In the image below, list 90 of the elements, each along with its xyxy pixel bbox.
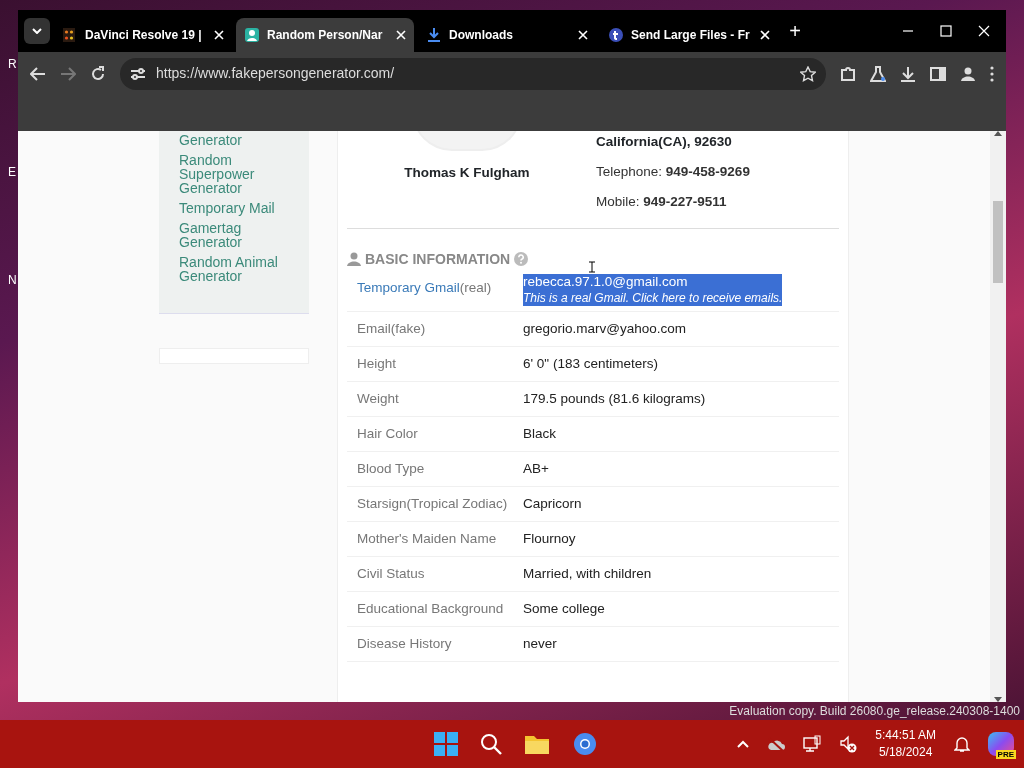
start-icon[interactable] (434, 732, 458, 756)
clock[interactable]: 5:44:51 AM 5/18/2024 (875, 727, 936, 761)
address-bar[interactable]: https://www.fakepersongenerator.com/ (120, 57, 826, 90)
browser-tab[interactable]: Downloads (418, 18, 596, 52)
forward-arrow-icon[interactable] (60, 66, 76, 81)
clock-time: 5:44:51 AM (875, 727, 936, 744)
field-value: Some college (523, 601, 605, 617)
contact-line: Mobile: 949-227-9511 (596, 194, 727, 209)
sidebar-link[interactable]: Random Animal Generator (179, 255, 291, 283)
field-label: Hair Color (357, 426, 418, 441)
field-value: never (523, 636, 557, 652)
network-icon[interactable] (803, 735, 822, 753)
tab-title: Send Large Files - Fr (631, 27, 750, 44)
field-label: Email(fake) (357, 321, 426, 336)
profile-icon[interactable] (960, 65, 976, 82)
browser-icon[interactable] (572, 731, 598, 757)
field-value: Black (523, 426, 556, 442)
copilot-button[interactable]: PRE (988, 732, 1014, 756)
bell-icon[interactable] (954, 735, 970, 753)
field-label: Starsign(Tropical Zodiac) (357, 496, 508, 511)
address-text: California(CA), 92630 (596, 134, 732, 150)
close-icon[interactable] (578, 30, 588, 40)
speaker-muted-icon[interactable] (839, 735, 858, 753)
chevron-up-icon[interactable] (737, 740, 750, 748)
watermark-text: Evaluation copy. Build 26080.ge_release.240308-1400 (729, 703, 1020, 720)
desktop-icon-label[interactable]: E (8, 163, 18, 181)
url-text: https://www.fakepersongenerator.com/ (156, 64, 396, 83)
gmail-note[interactable]: This is a real Gmail. Click here to receive emails. (523, 290, 783, 306)
text-cursor-icon (589, 261, 595, 273)
section-heading: BASIC INFORMATION (365, 251, 511, 267)
clock-date: 5/18/2024 (877, 744, 934, 761)
star-icon[interactable] (800, 65, 816, 82)
field-label: Civil Status (357, 566, 425, 581)
person-name: Thomas K Fulgham (404, 165, 530, 181)
tab-search-button[interactable] (24, 18, 50, 44)
new-tab-button[interactable]: + (782, 18, 808, 44)
field-label: Weight (357, 391, 399, 406)
field-label: Blood Type (357, 461, 425, 476)
reload-icon[interactable] (90, 65, 106, 82)
field-value: 179.5 pounds (81.6 kilograms) (523, 391, 706, 407)
download-icon[interactable] (900, 65, 916, 82)
scroll-down-icon[interactable] (994, 697, 1002, 702)
flask-icon[interactable] (870, 65, 886, 82)
browser-tab[interactable]: Send Large Files - Fr (600, 18, 778, 52)
close-icon[interactable] (214, 30, 224, 40)
desktop-icon-label[interactable]: N (8, 271, 18, 289)
pre-badge: PRE (995, 750, 1016, 759)
sidebar-link[interactable]: Random Superpower Generator (179, 153, 291, 195)
close-icon[interactable] (760, 30, 770, 40)
search-icon[interactable] (480, 733, 502, 755)
label-link[interactable]: Temporary Gmail (357, 280, 460, 295)
side-panel-icon[interactable] (930, 65, 946, 82)
sidebar-link[interactable]: Gamertag Generator (179, 221, 291, 249)
desktop-icon-label[interactable]: R (8, 55, 18, 73)
person-icon (347, 252, 361, 266)
close-icon[interactable] (978, 25, 990, 37)
menu-icon[interactable] (990, 65, 994, 82)
cloud-off-icon[interactable] (767, 737, 786, 751)
film-app-icon (62, 27, 78, 43)
site-settings-icon[interactable] (130, 66, 146, 81)
contact-line: Telephone: 949-458-9269 (596, 164, 750, 179)
sidebar-link[interactable]: Temporary Mail (179, 201, 291, 215)
field-label: Height (357, 356, 397, 371)
folder-icon[interactable] (524, 733, 550, 755)
field-value: AB+ (523, 461, 549, 477)
scrollbar-thumb[interactable] (993, 201, 1003, 283)
download-icon (426, 27, 442, 43)
browser-tab[interactable]: Random Person/Nar (236, 18, 414, 52)
field-value: Flournoy (523, 531, 576, 547)
field-label: Mother's Maiden Name (357, 531, 497, 546)
tab-title: Random Person/Nar (267, 27, 383, 44)
person-icon (244, 27, 260, 43)
chevron-down-icon (32, 28, 42, 34)
letter-t-icon (608, 27, 624, 43)
label-suffix: (real) (459, 280, 492, 295)
field-label: Educational Background (357, 601, 504, 616)
tab-title: Downloads (449, 27, 513, 44)
browser-tab[interactable]: DaVinci Resolve 19 | (54, 18, 232, 52)
help-icon (514, 252, 529, 266)
close-icon[interactable] (396, 30, 406, 40)
tab-title: DaVinci Resolve 19 | (85, 27, 202, 44)
field-value: Capricorn (523, 496, 582, 512)
sidebar-link[interactable]: Generator (179, 133, 291, 147)
field-value: gregorio.marv@yahoo.com (523, 321, 687, 337)
field-label: Disease History (357, 636, 452, 651)
field-value: rebecca.97.1.0@gmail.com (523, 274, 688, 290)
back-arrow-icon[interactable] (30, 66, 46, 81)
field-value: 6' 0" (183 centimeters) (523, 356, 658, 372)
maximize-icon[interactable] (940, 25, 952, 37)
field-value: Married, with children (523, 566, 652, 582)
